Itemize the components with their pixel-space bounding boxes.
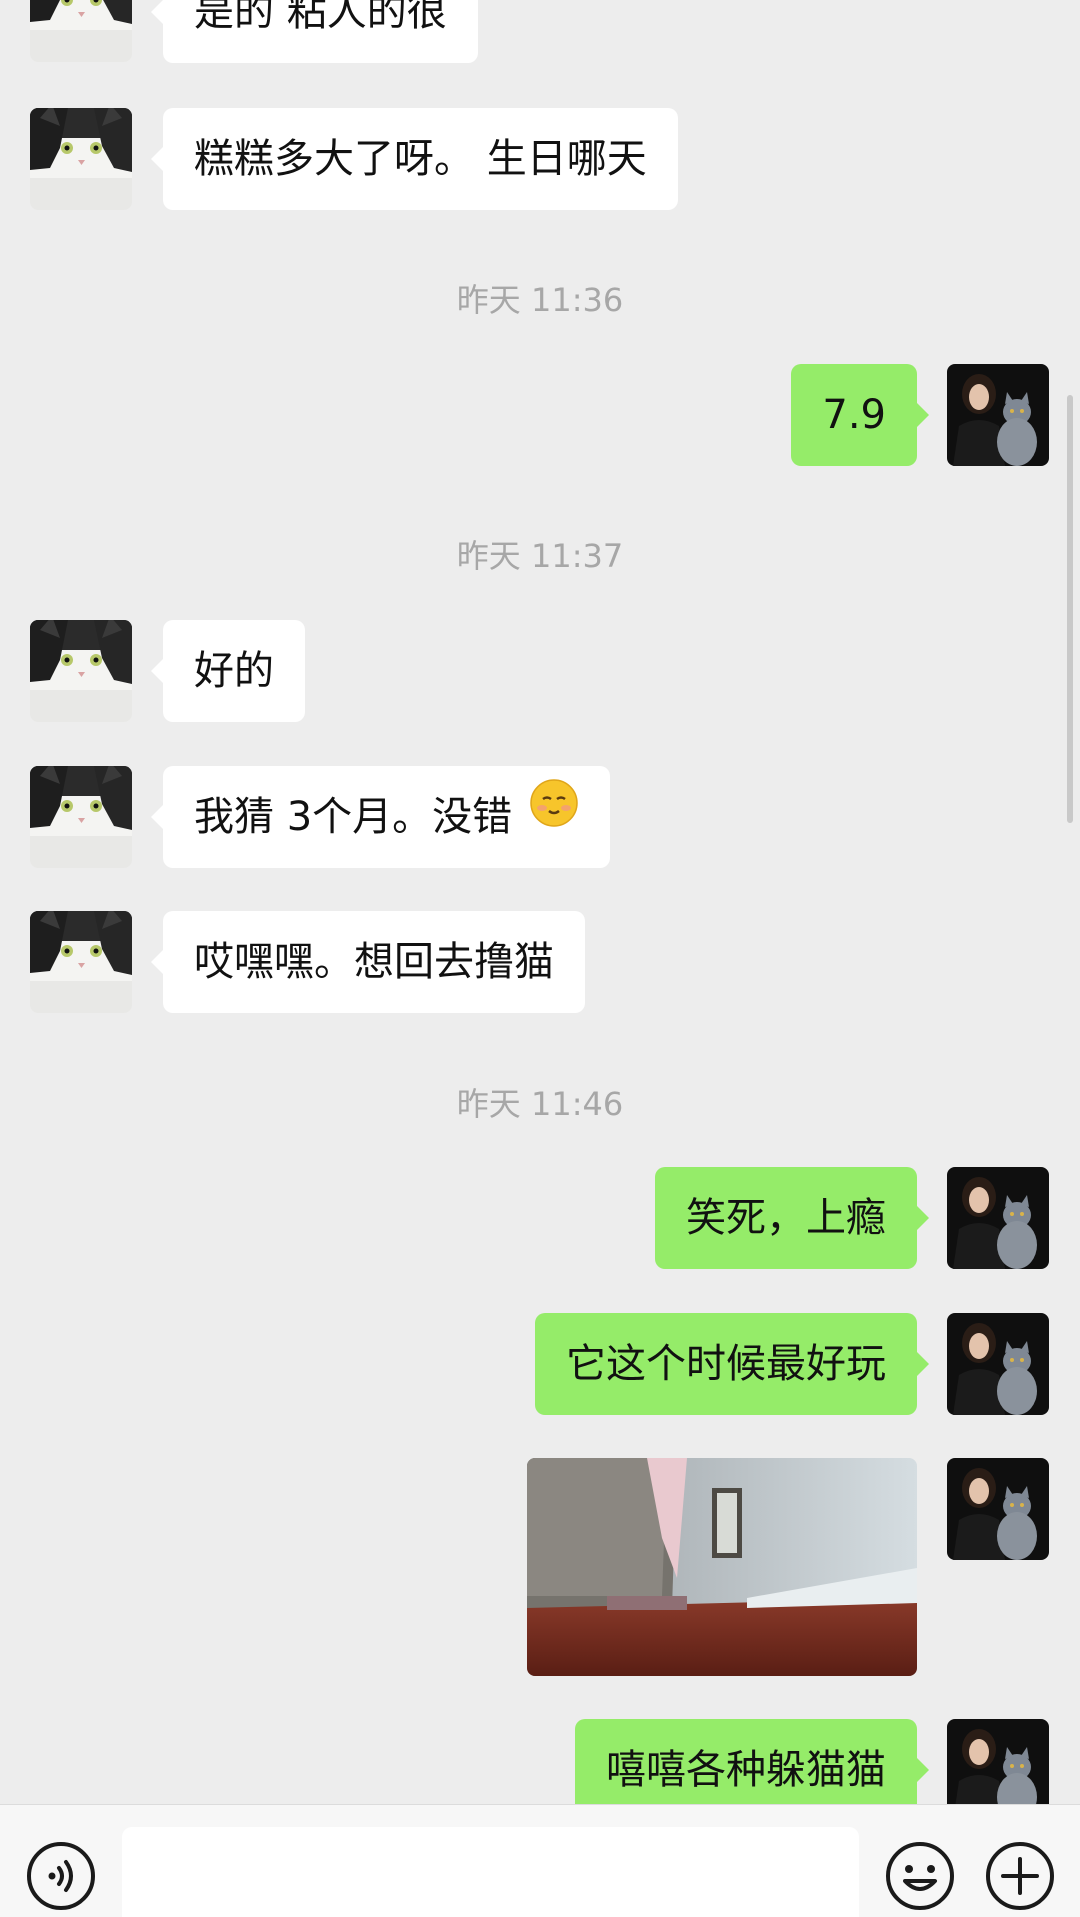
message-text: 它这个时候最好玩 — [566, 1341, 886, 1387]
my-avatar[interactable] — [947, 364, 1049, 466]
voice-icon[interactable] — [26, 1841, 96, 1911]
incoming-message[interactable]: 哎嘿嘿。想回去撸猫 — [151, 911, 585, 1013]
scrollbar[interactable] — [1067, 395, 1073, 823]
incoming-message[interactable]: 糕糕多大了呀。 生日哪天 — [151, 108, 678, 210]
contact-avatar[interactable] — [30, 911, 132, 1013]
contact-avatar[interactable] — [30, 766, 132, 868]
my-avatar[interactable] — [947, 1719, 1049, 1804]
my-avatar[interactable] — [947, 1313, 1049, 1415]
outgoing-message[interactable]: 嘻嘻各种躲猫猫 — [575, 1719, 929, 1804]
message-text: 好的 — [194, 648, 274, 694]
chat-history[interactable]: 是的 粘人的很 糕糕多大了呀。 生日哪天 昨天 11:36 7.9 昨天 11:… — [0, 0, 1080, 1804]
incoming-message[interactable]: 好的 — [151, 620, 305, 722]
message-text: 我猜 3个月。没错 — [194, 794, 513, 840]
outgoing-message[interactable]: 它这个时候最好玩 — [535, 1313, 929, 1415]
emoji-icon[interactable] — [885, 1841, 955, 1911]
timestamp: 昨天 11:37 — [456, 537, 624, 575]
incoming-message[interactable]: 我猜 3个月。没错 — [151, 764, 610, 868]
contact-avatar[interactable] — [30, 620, 132, 722]
input-bar — [0, 1804, 1080, 1917]
message-text: 是的 粘人的很 — [194, 0, 447, 35]
smiling-face-icon — [529, 764, 579, 866]
message-text: 笑死，上瘾 — [686, 1195, 886, 1241]
contact-avatar[interactable] — [30, 0, 132, 62]
plus-icon[interactable] — [985, 1841, 1055, 1911]
outgoing-message[interactable]: 笑死，上瘾 — [655, 1167, 929, 1269]
message-text: 7.9 — [822, 392, 886, 438]
timestamp: 昨天 11:36 — [456, 281, 624, 319]
contact-avatar[interactable] — [30, 108, 132, 210]
message-text: 糕糕多大了呀。 生日哪天 — [194, 136, 647, 182]
my-avatar[interactable] — [947, 1167, 1049, 1269]
incoming-message[interactable]: 是的 粘人的很 — [151, 0, 478, 63]
outgoing-message[interactable]: 7.9 — [791, 364, 929, 466]
message-input[interactable] — [122, 1827, 859, 1917]
message-text: 哎嘿嘿。想回去撸猫 — [194, 939, 554, 985]
message-text: 嘻嘻各种躲猫猫 — [606, 1747, 886, 1793]
timestamp: 昨天 11:46 — [456, 1085, 624, 1123]
my-avatar[interactable] — [947, 1458, 1049, 1560]
image-message[interactable] — [527, 1458, 917, 1676]
